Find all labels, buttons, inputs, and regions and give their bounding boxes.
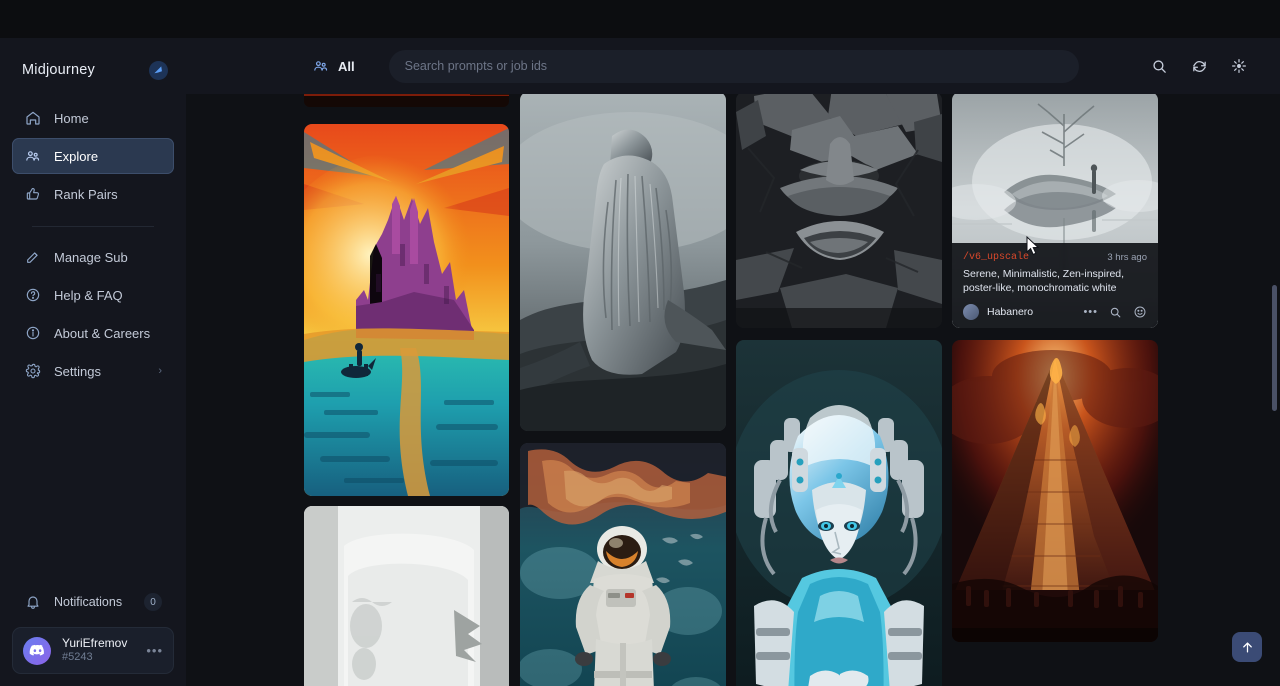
user-name: YuriEfremov — [62, 636, 127, 651]
sidebar-item-label: Manage Sub — [54, 250, 128, 265]
home-icon — [24, 110, 41, 127]
gallery-card-stone-face-relief[interactable] — [736, 94, 942, 328]
react-emoji-icon[interactable] — [1133, 305, 1147, 319]
explore-icon — [24, 148, 41, 165]
artwork-underwater-astronaut — [520, 443, 726, 686]
info-icon — [24, 325, 41, 342]
sidebar-item-label: Explore — [54, 149, 98, 164]
window-top-bar — [0, 0, 1280, 38]
filter-all-label: All — [338, 59, 355, 74]
job-command-tag: /v6_upscale — [963, 252, 1029, 263]
bell-icon — [24, 594, 41, 611]
notifications-row[interactable]: Notifications 0 — [12, 585, 174, 619]
gallery-card-cloaked-figure[interactable] — [520, 94, 726, 431]
search-input[interactable] — [405, 59, 1063, 73]
top-header: All — [186, 38, 1280, 94]
primary-nav: Home Explore Rank Pair — [0, 90, 186, 391]
filter-all-button[interactable]: All — [304, 52, 363, 81]
gallery-card-desert-castle-sunset[interactable] — [304, 124, 509, 496]
masonry-grid: /v6_upscale 3 hrs ago Serene, Minimalist… — [186, 94, 1280, 686]
thumbs-up-icon — [24, 186, 41, 203]
job-prompt-text: Serene, Minimalistic, Zen-inspired, post… — [963, 267, 1147, 295]
sidebar-item-settings[interactable]: Settings › — [12, 353, 174, 389]
gallery-card-zen-island-reflection[interactable]: /v6_upscale 3 hrs ago Serene, Minimalist… — [952, 94, 1158, 328]
edit-icon — [24, 249, 41, 266]
artwork-burning-pyramid — [952, 340, 1158, 642]
more-options-icon[interactable]: ••• — [1083, 306, 1098, 318]
author-avatar — [963, 304, 979, 320]
sail-badge-icon[interactable] — [149, 61, 168, 80]
sidebar-item-manage-sub[interactable]: Manage Sub — [12, 239, 174, 275]
sidebar-item-about-careers[interactable]: About & Careers — [12, 315, 174, 351]
sidebar: Midjourney Home — [0, 38, 186, 686]
overlay-meta-row: /v6_upscale 3 hrs ago — [963, 252, 1147, 263]
artwork-cyborg-woman — [736, 340, 942, 686]
explore-icon — [312, 58, 329, 75]
gallery-card-burning-pyramid[interactable] — [952, 340, 1158, 642]
gallery-card-cyborg-woman[interactable] — [736, 340, 942, 686]
card-hover-overlay: /v6_upscale 3 hrs ago Serene, Minimalist… — [952, 243, 1158, 328]
notifications-label: Notifications — [54, 595, 122, 609]
user-account-card[interactable]: YuriEfremov #5243 ••• — [12, 627, 174, 674]
artwork-cloaked-figure — [520, 94, 726, 431]
arrow-up-icon — [1240, 640, 1255, 655]
author-name: Habanero — [987, 306, 1033, 318]
overlay-author-row: Habanero ••• — [963, 304, 1147, 320]
chevron-right-icon: › — [158, 365, 162, 377]
user-identity: YuriEfremov #5243 — [62, 636, 127, 665]
artwork-stone-face-relief — [736, 94, 942, 328]
brand-name: Midjourney — [22, 62, 95, 78]
overlay-action-icons: ••• — [1083, 305, 1147, 319]
help-icon — [24, 287, 41, 304]
brand-header: Midjourney — [0, 38, 186, 90]
sidebar-item-label: Home — [54, 111, 89, 126]
artwork-snow-face-sculpture — [304, 506, 509, 686]
artwork-red-street — [304, 94, 509, 107]
notifications-count-badge: 0 — [144, 593, 162, 611]
user-menu-icon[interactable]: ••• — [146, 643, 163, 658]
job-timestamp: 3 hrs ago — [1107, 252, 1147, 263]
sidebar-item-label: About & Careers — [54, 326, 150, 341]
theme-toggle-icon[interactable] — [1228, 55, 1250, 77]
gear-icon — [24, 363, 41, 380]
sidebar-item-label: Settings — [54, 364, 101, 379]
refresh-icon[interactable] — [1188, 55, 1210, 77]
gallery-card-snow-face-sculpture[interactable] — [304, 506, 509, 686]
sidebar-divider — [32, 226, 154, 227]
scroll-to-top-button[interactable] — [1232, 632, 1262, 662]
search-icon[interactable] — [1148, 55, 1170, 77]
header-actions — [1148, 55, 1262, 77]
search-bar[interactable] — [389, 50, 1079, 83]
sidebar-item-label: Rank Pairs — [54, 187, 118, 202]
sidebar-item-rank-pairs[interactable]: Rank Pairs — [12, 176, 174, 212]
sidebar-footer: Notifications 0 YuriEfremov #5243 ••• — [0, 585, 186, 686]
midjourney-app: Midjourney Home — [0, 0, 1280, 686]
user-tag: #5243 — [62, 651, 127, 665]
sidebar-item-home[interactable]: Home — [12, 100, 174, 136]
sidebar-item-help-faq[interactable]: Help & FAQ — [12, 277, 174, 313]
search-similar-icon[interactable] — [1109, 306, 1122, 319]
gallery-card-red-street-top-partial[interactable] — [304, 94, 509, 107]
gallery-card-underwater-astronaut[interactable] — [520, 443, 726, 686]
artwork-desert-castle-sunset — [304, 124, 509, 496]
gallery-scroll-area[interactable]: /v6_upscale 3 hrs ago Serene, Minimalist… — [186, 94, 1280, 686]
discord-avatar-icon — [23, 637, 51, 665]
gallery-scrollbar-thumb[interactable] — [1272, 285, 1277, 411]
sidebar-item-explore[interactable]: Explore — [12, 138, 174, 174]
sidebar-item-label: Help & FAQ — [54, 288, 123, 303]
